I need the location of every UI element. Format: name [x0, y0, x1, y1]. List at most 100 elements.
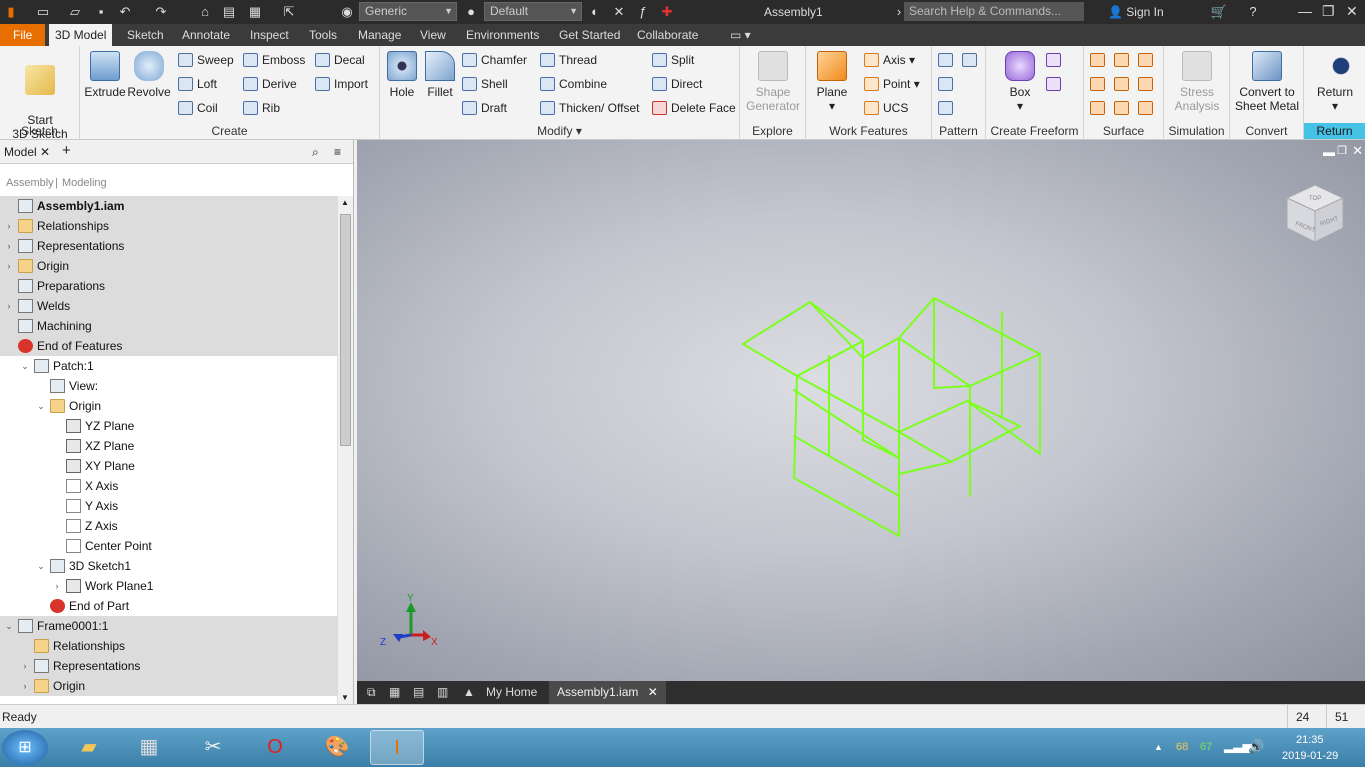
- color-wheel-icon[interactable]: ●: [462, 3, 480, 21]
- browser-scrollbar[interactable]: ▲ ▼: [337, 196, 353, 704]
- direct-button[interactable]: Direct: [652, 74, 702, 94]
- graphics-viewport[interactable]: ▬ ❐ ✕ FRONT RIGHT TOP Y X Z: [357, 140, 1365, 681]
- tree-row[interactable]: X Axis: [0, 476, 337, 496]
- tree-row[interactable]: XY Plane: [0, 456, 337, 476]
- vertical-split-icon[interactable]: ▥: [429, 681, 456, 704]
- tree-row[interactable]: Machining: [0, 316, 337, 336]
- return-button[interactable]: Return ▾: [1310, 51, 1360, 113]
- search-input[interactable]: Search Help & Commands...: [904, 2, 1084, 21]
- sign-in-button[interactable]: 👤 Sign In: [1108, 5, 1164, 19]
- material-combo[interactable]: Default ▼: [484, 2, 582, 21]
- expand-toggle-icon[interactable]: ⌄: [36, 396, 46, 416]
- tree-row[interactable]: ⌄ Frame0001:1: [0, 616, 337, 636]
- tree-row[interactable]: › Welds: [0, 296, 337, 316]
- save-icon[interactable]: ▪: [92, 3, 110, 21]
- plane-button[interactable]: Plane ▾: [812, 51, 852, 113]
- emboss-button[interactable]: Emboss: [243, 50, 305, 70]
- minimize-icon[interactable]: —: [1298, 3, 1312, 19]
- expand-toggle-icon[interactable]: ⌄: [36, 556, 46, 576]
- clear-override-icon[interactable]: ✕: [610, 3, 628, 21]
- tree-row[interactable]: Center Point: [0, 536, 337, 556]
- update-icon[interactable]: ◉: [338, 3, 356, 21]
- derive-button[interactable]: Derive: [243, 74, 297, 94]
- tree-row[interactable]: End of Part: [0, 596, 337, 616]
- rectangular-pattern-button[interactable]: [938, 50, 957, 70]
- tree-row[interactable]: End of Features: [0, 336, 337, 356]
- import-button[interactable]: Import: [315, 74, 368, 94]
- tree-row[interactable]: ⌄ Patch:1: [0, 356, 337, 376]
- draft-button[interactable]: Draft: [462, 98, 507, 118]
- volume-icon[interactable]: 🔊: [1248, 739, 1264, 755]
- redo-icon[interactable]: ↷: [152, 3, 170, 21]
- shell-button[interactable]: Shell: [462, 74, 508, 94]
- surface-tool-2[interactable]: [1114, 50, 1133, 70]
- opera-icon[interactable]: O: [248, 730, 302, 765]
- circular-pattern-button[interactable]: [938, 74, 957, 94]
- tree-row[interactable]: › Representations: [0, 236, 337, 256]
- tree-row[interactable]: YZ Plane: [0, 416, 337, 436]
- help-icon[interactable]: ?: [1244, 3, 1262, 21]
- revolve-button[interactable]: Revolve: [127, 51, 171, 99]
- mirror-button[interactable]: [962, 50, 981, 70]
- tree-row[interactable]: ⌄ 3D Sketch1: [0, 556, 337, 576]
- surface-tool-3[interactable]: [1138, 50, 1157, 70]
- tab-annotate[interactable]: Annotate: [176, 24, 236, 46]
- surface-tool-9[interactable]: [1138, 98, 1157, 118]
- clock-date[interactable]: 2019-01-29: [1282, 750, 1338, 762]
- more-tabs-icon[interactable]: ▭ ▾: [724, 24, 757, 46]
- freeform-edit-button[interactable]: [1046, 50, 1065, 70]
- tree-row[interactable]: Preparations: [0, 276, 337, 296]
- loft-button[interactable]: Loft: [178, 74, 217, 94]
- undo-icon[interactable]: ↶: [116, 3, 134, 21]
- shape-generator-button[interactable]: Shape Generator: [742, 51, 804, 113]
- search-icon[interactable]: ⌕: [312, 145, 319, 160]
- expand-toggle-icon[interactable]: ›: [20, 656, 30, 676]
- thread-button[interactable]: Thread: [540, 50, 597, 70]
- open-icon[interactable]: ▱: [66, 3, 84, 21]
- adjust-icon[interactable]: ◐: [586, 3, 604, 21]
- tab-manage[interactable]: Manage: [352, 24, 407, 46]
- close-icon[interactable]: ✕: [1346, 3, 1358, 20]
- rib-button[interactable]: Rib: [243, 98, 280, 118]
- tree-row[interactable]: Z Axis: [0, 516, 337, 536]
- tree-row[interactable]: Assembly1.iam: [0, 196, 337, 216]
- combine-button[interactable]: Combine: [540, 74, 607, 94]
- box-button[interactable]: Box ▾: [1000, 51, 1040, 113]
- sweep-button[interactable]: Sweep: [178, 50, 234, 70]
- surface-tool-8[interactable]: [1114, 98, 1133, 118]
- tray-expand-icon[interactable]: ▲: [1154, 742, 1163, 752]
- tree-row[interactable]: ⌄ Origin: [0, 396, 337, 416]
- tree-row[interactable]: Relationships: [0, 636, 337, 656]
- expand-toggle-icon[interactable]: ›: [20, 676, 30, 696]
- modeling-mode-link[interactable]: Modeling: [62, 177, 107, 189]
- restore-icon[interactable]: ❐: [1322, 3, 1335, 20]
- surface-tool-7[interactable]: [1090, 98, 1109, 118]
- properties-icon[interactable]: ▤: [220, 3, 238, 21]
- tree-row[interactable]: › Representations: [0, 656, 337, 676]
- close-browser-icon[interactable]: ✕: [40, 145, 50, 159]
- split-button[interactable]: Split: [652, 50, 694, 70]
- appearance-combo[interactable]: Generic ▼: [359, 2, 457, 21]
- scroll-down-icon[interactable]: ▼: [341, 693, 349, 702]
- sketch-pattern-button[interactable]: [938, 98, 957, 118]
- new-file-icon[interactable]: ▭: [34, 3, 52, 21]
- scroll-thumb[interactable]: [340, 214, 351, 446]
- inventor-taskbar-icon[interactable]: I: [370, 730, 424, 765]
- tree-row[interactable]: › Origin: [0, 256, 337, 276]
- hole-button[interactable]: Hole: [384, 51, 420, 99]
- surface-tool-1[interactable]: [1090, 50, 1109, 70]
- expand-toggle-icon[interactable]: ⌄: [20, 356, 30, 376]
- tab-sketch[interactable]: Sketch: [121, 24, 170, 46]
- coil-button[interactable]: Coil: [178, 98, 218, 118]
- close-doc-icon[interactable]: ✕: [648, 685, 658, 699]
- tab-3d-model[interactable]: 3D Model: [49, 24, 113, 46]
- browser-tab-model[interactable]: Model: [4, 145, 37, 159]
- fillet-button[interactable]: Fillet: [422, 51, 458, 99]
- decal-button[interactable]: Decal: [315, 50, 365, 70]
- tree-row[interactable]: › Relationships: [0, 216, 337, 236]
- tab-tools[interactable]: Tools: [303, 24, 343, 46]
- start-button[interactable]: ⊞: [2, 730, 48, 765]
- tree-row[interactable]: View:: [0, 376, 337, 396]
- panel-label[interactable]: Modify ▾: [380, 124, 739, 138]
- home-icon[interactable]: ⌂: [196, 3, 214, 21]
